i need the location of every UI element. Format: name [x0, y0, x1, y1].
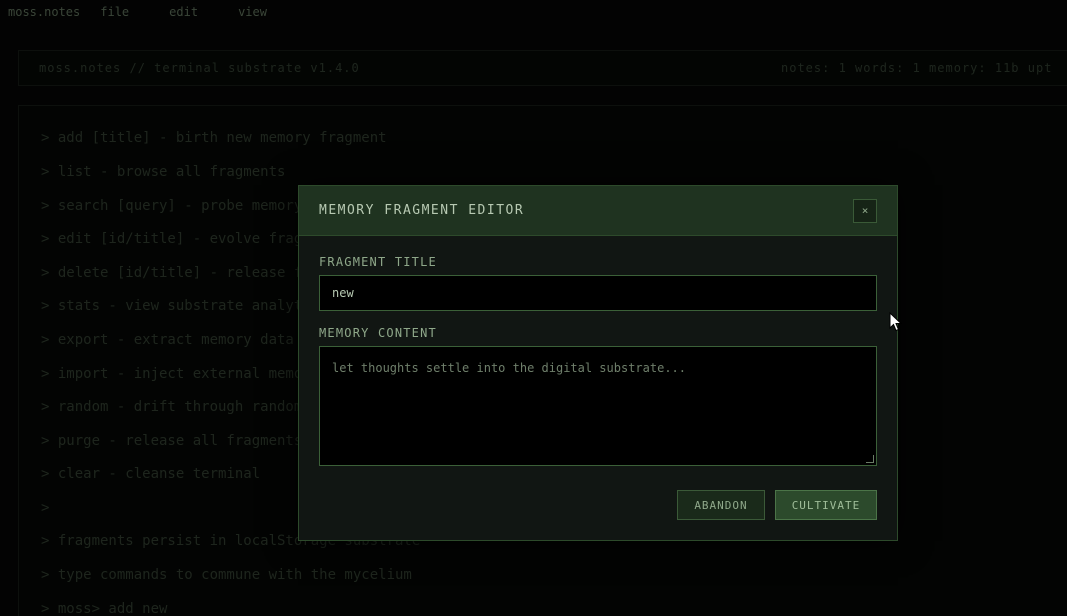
- app-window: moss.notes file edit view moss.notes // …: [0, 0, 1067, 616]
- modal-header: MEMORY FRAGMENT EDITOR ×: [299, 186, 897, 236]
- resize-grip-icon[interactable]: [866, 455, 874, 463]
- close-button[interactable]: ×: [853, 198, 877, 223]
- memory-content-label: MEMORY CONTENT: [319, 326, 437, 340]
- memory-content-textarea[interactable]: let thoughts settle into the digital sub…: [319, 346, 877, 466]
- fragment-editor-modal: MEMORY FRAGMENT EDITOR × FRAGMENT TITLE …: [298, 185, 898, 541]
- modal-title: MEMORY FRAGMENT EDITOR: [319, 203, 525, 218]
- abandon-button[interactable]: ABANDON: [677, 490, 765, 520]
- fragment-title-label: FRAGMENT TITLE: [319, 255, 437, 269]
- fragment-title-input[interactable]: new: [319, 275, 877, 311]
- cultivate-button[interactable]: CULTIVATE: [775, 490, 877, 520]
- mouse-pointer-icon: [889, 312, 903, 332]
- content-placeholder: let thoughts settle into the digital sub…: [332, 361, 687, 375]
